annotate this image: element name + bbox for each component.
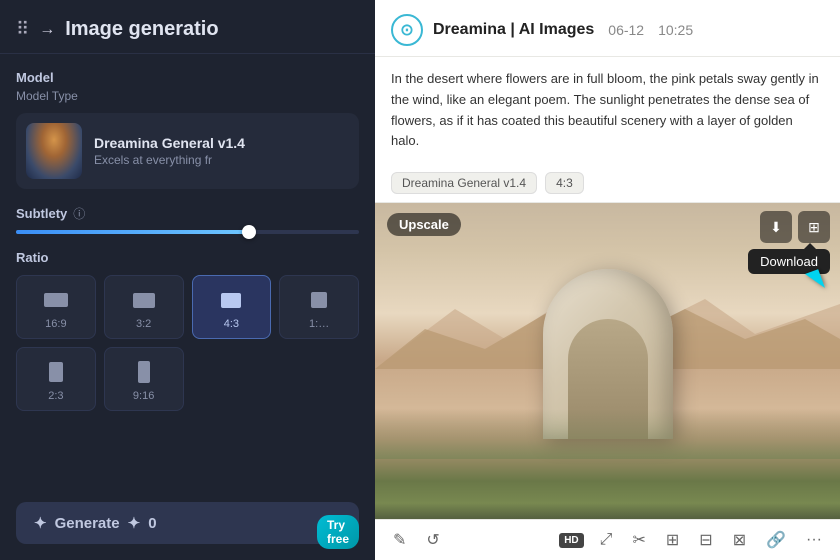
panel-title: Image generatio [65, 18, 218, 41]
slider-thumb [242, 225, 256, 239]
generate-label: Generate [55, 515, 120, 532]
transform-icon[interactable]: ⊠ [729, 528, 750, 552]
more-icon[interactable]: ··· [802, 529, 826, 551]
ratio-label-2-3: 2:3 [48, 390, 63, 402]
right-header: ⊙ Dreamina | AI Images 06-12 10:25 [375, 0, 840, 57]
app-name: Dreamina | AI Images [433, 21, 594, 39]
description-box: In the desert where flowers are in full … [375, 57, 840, 164]
generate-bar: ✦ Generate ✦ 0 Try free [16, 502, 359, 544]
image-actions-top: ⬇ ⊞ [760, 211, 830, 243]
upscale-badge[interactable]: Upscale [387, 213, 461, 236]
ratio-btn-16-9[interactable]: 16:9 [16, 275, 96, 339]
bottom-toolbar: ✎ ↺ HD ⤢ ✂ ⊞ ⊟ ⊠ 🔗 ··· [375, 519, 840, 560]
header-time: 10:25 [658, 22, 693, 38]
header-date: 06-12 [608, 22, 644, 38]
model-name: Dreamina General v1.4 [94, 135, 349, 151]
edit-icon[interactable]: ✎ [389, 528, 410, 552]
model-info: Dreamina General v1.4 Excels at everythi… [94, 135, 349, 167]
try-free-badge[interactable]: Try free [317, 515, 359, 549]
ratio-label-16-9: 16:9 [45, 318, 66, 330]
compress-icon[interactable]: ⊟ [695, 528, 716, 552]
subtlety-slider[interactable] [0, 230, 375, 250]
crop-icon[interactable]: ✂ [628, 528, 649, 552]
upscale-icon[interactable]: ⤢ [596, 529, 617, 551]
ratio-btn-1-1[interactable]: 1:… [279, 275, 359, 339]
tags-row: Dreamina General v1.4 4:3 [375, 164, 840, 203]
ratio-btn-2-3[interactable]: 2:3 [16, 347, 96, 411]
ratio-label: Ratio [0, 250, 375, 275]
fullscreen-button[interactable]: ⊞ [798, 211, 830, 243]
info-icon: ⓘ [73, 205, 85, 222]
app-icon: ⊙ [391, 14, 423, 46]
tag-ratio: 4:3 [545, 172, 584, 194]
model-sublabel: Model Type [0, 89, 375, 113]
slider-fill [16, 230, 249, 234]
arrow-icon: → [39, 21, 55, 39]
ratio-label-3-2: 3:2 [136, 318, 151, 330]
subtlety-label: Subtlety [16, 206, 67, 221]
ratio-label-4-3: 4:3 [224, 318, 239, 330]
hamburger-icon[interactable]: ⠿ [16, 19, 29, 40]
ratio-grid-row1: 16:9 3:2 4:3 1:… [0, 275, 375, 339]
generate-icon2: ✦ [128, 514, 141, 532]
model-desc: Excels at everything fr [94, 153, 349, 167]
refresh-icon[interactable]: ↺ [422, 528, 443, 552]
tag-model: Dreamina General v1.4 [391, 172, 537, 194]
left-header: ⠿ → Image generatio [0, 0, 375, 54]
model-card[interactable]: Dreamina General v1.4 Excels at everythi… [16, 113, 359, 189]
flowers-bottom [375, 409, 840, 459]
description-text: In the desert where flowers are in full … [391, 69, 824, 152]
ratio-btn-4-3[interactable]: 4:3 [192, 275, 272, 339]
hd-badge: HD [559, 533, 583, 548]
generate-cost: 0 [148, 515, 156, 532]
ratio-grid-row2: 2:3 9:16 [0, 339, 375, 411]
ratio-btn-3-2[interactable]: 3:2 [104, 275, 184, 339]
generate-button[interactable]: ✦ Generate ✦ 0 [16, 502, 359, 544]
expand-icon[interactable]: ⊞ [662, 528, 683, 552]
model-label: Model [0, 54, 375, 89]
ratio-label-9-16: 9:16 [133, 390, 154, 402]
generate-icon: ✦ [34, 514, 47, 532]
link-icon[interactable]: 🔗 [762, 528, 790, 552]
slider-track [16, 230, 359, 234]
ratio-btn-9-16[interactable]: 9:16 [104, 347, 184, 411]
image-area: Upscale ⬇ ⊞ Download [375, 203, 840, 519]
left-panel: ⠿ → Image generatio Model Model Type Dre… [0, 0, 375, 560]
model-thumbnail [26, 123, 82, 179]
subtlety-row: Subtlety ⓘ [0, 205, 375, 222]
download-button[interactable]: ⬇ [760, 211, 792, 243]
right-panel: ⊙ Dreamina | AI Images 06-12 10:25 In th… [375, 0, 840, 560]
ratio-label-1-1: 1:… [309, 318, 329, 330]
